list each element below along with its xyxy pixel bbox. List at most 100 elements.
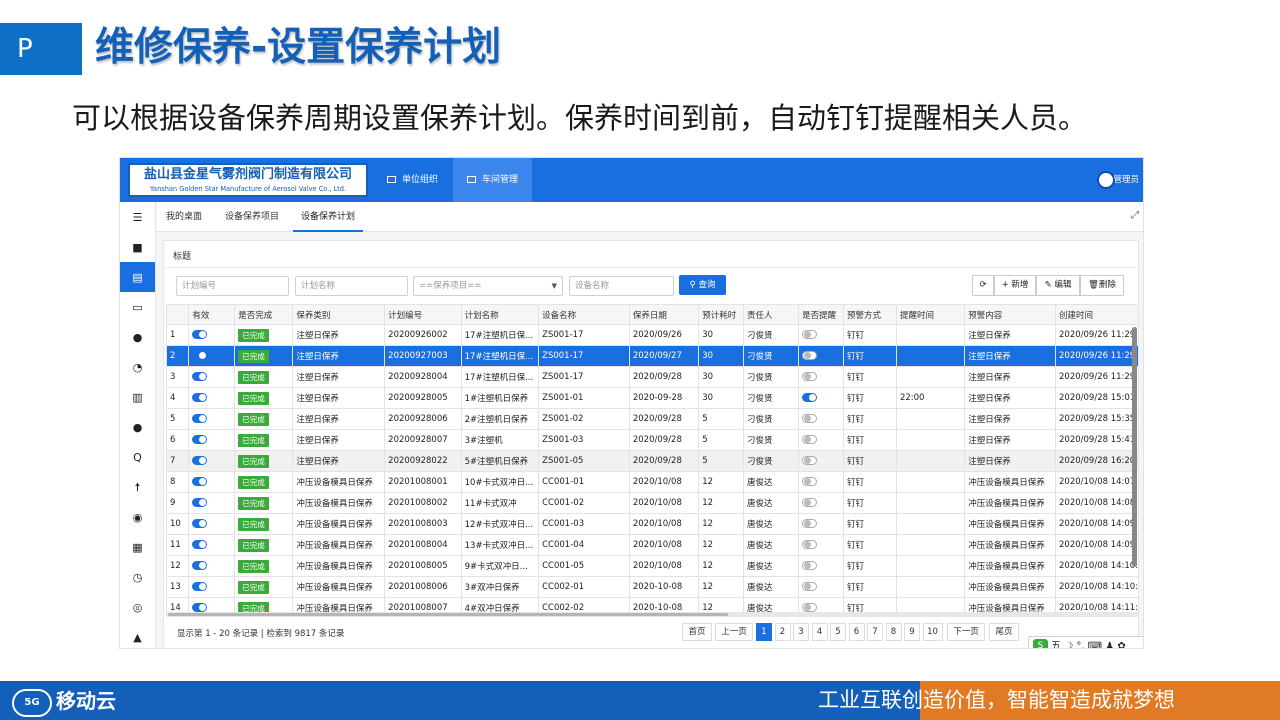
column-header[interactable]: 责任人: [743, 304, 800, 325]
pager-page[interactable]: 3: [793, 623, 809, 641]
table-row[interactable]: 12 已完成 冲压设备模具日保养 20201008005 9#卡式双冲日... CC001…: [166, 555, 1138, 577]
pager-page[interactable]: 5: [830, 623, 846, 641]
edit-button[interactable]: ✎ 编辑: [1036, 275, 1080, 296]
table-row[interactable]: 13 已完成 冲压设备模具日保养 20201008006 3#双冲日保养 CC002-01…: [166, 576, 1138, 598]
sidebar-item-chart[interactable]: ▥: [120, 382, 155, 412]
user-menu[interactable]: 管理员: [1097, 168, 1139, 192]
horizontal-scrollbar[interactable]: [166, 612, 1138, 617]
column-header[interactable]: [166, 304, 190, 325]
pager-prev[interactable]: 上一页: [715, 623, 753, 641]
column-header[interactable]: 有效: [188, 304, 236, 325]
sidebar-item-disc[interactable]: ●: [120, 412, 155, 442]
valid-toggle[interactable]: [192, 435, 208, 444]
remind-toggle[interactable]: [802, 477, 818, 486]
tab-maint-plan[interactable]: 设备保养计划: [293, 202, 364, 232]
column-header[interactable]: 计划名称: [460, 304, 540, 325]
valid-toggle[interactable]: [192, 477, 208, 486]
sidebar-item-target[interactable]: ◉: [120, 502, 155, 532]
pager-first[interactable]: 首页: [682, 623, 712, 641]
remind-toggle[interactable]: [802, 351, 818, 360]
valid-toggle[interactable]: [192, 456, 208, 465]
table-row[interactable]: 7 已完成 注塑日保养 20200928022 5#注塑机日保养 ZS001-05 2020…: [166, 450, 1138, 472]
sidebar-item-id[interactable]: ▭: [120, 292, 155, 322]
table-row[interactable]: 4 已完成 注塑日保养 20200928005 1#注塑机日保养 ZS001-01 2020…: [166, 387, 1138, 409]
table-row[interactable]: 3 已完成 注塑日保养 20200928004 17#注塑机日保... ZS001-17 2…: [166, 366, 1138, 388]
valid-toggle[interactable]: [192, 414, 208, 423]
valid-toggle[interactable]: [192, 393, 208, 402]
remind-toggle[interactable]: [802, 582, 818, 591]
maint-item-select[interactable]: ==保养项目== ▼: [413, 276, 563, 296]
fullscreen-icon[interactable]: ⤢: [1131, 210, 1139, 221]
column-header[interactable]: 保养日期: [628, 304, 700, 325]
column-header[interactable]: 创建时间: [1055, 304, 1138, 325]
nav-org[interactable]: 单位组织: [373, 158, 452, 202]
table-row[interactable]: 5 已完成 注塑日保养 20200928006 2#注塑机日保养 ZS001-02 2020…: [166, 408, 1138, 430]
sidebar-item-compass[interactable]: ●: [120, 322, 155, 352]
menu-toggle-icon[interactable]: ☰: [120, 202, 155, 232]
valid-toggle[interactable]: [192, 603, 208, 612]
pager-page[interactable]: 1: [756, 623, 772, 641]
valid-toggle[interactable]: [192, 372, 208, 381]
remind-toggle[interactable]: [802, 456, 818, 465]
sidebar-item-dashboard[interactable]: ◔: [120, 352, 155, 382]
valid-toggle[interactable]: [192, 519, 208, 528]
remind-toggle[interactable]: [802, 540, 818, 549]
valid-toggle[interactable]: [192, 498, 208, 507]
sidebar-item-bell[interactable]: ▲: [120, 622, 155, 648]
table-row[interactable]: 14 已完成 冲压设备模具日保养 20201008007 4#双冲日保养 CC002-02…: [166, 597, 1138, 612]
column-header[interactable]: 是否完成: [234, 304, 294, 325]
pager-last[interactable]: 尾页: [989, 623, 1019, 641]
scroll-thumb[interactable]: [168, 613, 728, 616]
table-row[interactable]: 2 已完成 注塑日保养 20200927003 17#注塑机日保... ZS001-17 2…: [166, 345, 1138, 367]
ime-toolbar[interactable]: S五 ☽ °, ⌨ ♟ ✿: [1028, 636, 1143, 648]
remind-toggle[interactable]: [802, 561, 818, 570]
remind-toggle[interactable]: [802, 498, 818, 507]
sidebar-item-map[interactable]: ▦: [120, 532, 155, 562]
plan-no-input[interactable]: 计划编号: [176, 276, 289, 296]
sidebar-item-search[interactable]: Q: [120, 442, 155, 472]
sidebar-item-eye[interactable]: ◎: [120, 592, 155, 622]
column-header[interactable]: 设备名称: [538, 304, 630, 325]
query-button[interactable]: ⚲ 查询: [679, 275, 726, 295]
table-row[interactable]: 8 已完成 冲压设备模具日保养 20201008001 10#卡式双冲日... CC001…: [166, 471, 1138, 493]
vertical-scrollbar[interactable]: [1132, 327, 1137, 567]
table-row[interactable]: 11 已完成 冲压设备模具日保养 20201008004 13#卡式双冲日... CC00…: [166, 534, 1138, 556]
remind-toggle[interactable]: [802, 519, 818, 528]
remind-toggle[interactable]: [802, 414, 818, 423]
pager-page[interactable]: 10: [922, 623, 943, 641]
pager-page[interactable]: 8: [885, 623, 902, 641]
valid-toggle[interactable]: [192, 582, 208, 591]
remind-toggle[interactable]: [802, 435, 818, 444]
valid-toggle[interactable]: [192, 330, 208, 339]
table-row[interactable]: 10 已完成 冲压设备模具日保养 20201008003 12#卡式双冲日... CC00…: [166, 513, 1138, 535]
column-header[interactable]: 提醒时间: [895, 304, 966, 325]
column-header[interactable]: 保养类别: [292, 304, 386, 325]
remind-toggle[interactable]: [802, 603, 818, 612]
device-name-input[interactable]: 设备名称: [569, 276, 674, 296]
table-row[interactable]: 6 已完成 注塑日保养 20200928007 3#注塑机 ZS001-03 2020/09…: [166, 429, 1138, 451]
sidebar-item-gauge[interactable]: ◷: [120, 562, 155, 592]
column-header[interactable]: 计划编号: [384, 304, 462, 325]
nav-workshop[interactable]: 车间管理: [453, 158, 533, 202]
column-header[interactable]: 是否提醒: [798, 304, 844, 325]
pager-page[interactable]: 7: [867, 623, 883, 641]
table-row[interactable]: 1 已完成 注塑日保养 20200926002 17#注塑机日保... ZS001-17 2…: [166, 324, 1138, 346]
pager-page[interactable]: 2: [774, 623, 791, 641]
pager-page[interactable]: 9: [904, 623, 920, 641]
pager-next[interactable]: 下一页: [947, 623, 985, 641]
refresh-button[interactable]: ⟳: [972, 275, 994, 296]
valid-toggle[interactable]: [192, 351, 208, 360]
delete-button[interactable]: 🗑删除: [1080, 275, 1124, 296]
sidebar-item-card[interactable]: ▤: [120, 262, 155, 292]
remind-toggle[interactable]: [802, 372, 818, 381]
sidebar-item-walk[interactable]: ☨: [120, 472, 155, 502]
sidebar-item-home[interactable]: ■: [120, 232, 155, 262]
pager-page[interactable]: 6: [848, 623, 865, 641]
add-button[interactable]: + 新增: [994, 275, 1036, 296]
column-header[interactable]: 预警内容: [964, 304, 1057, 325]
tab-maint-items[interactable]: 设备保养项目: [225, 202, 279, 232]
plan-name-input[interactable]: 计划名称: [295, 276, 408, 296]
tab-desktop[interactable]: 我的桌面: [166, 202, 202, 232]
column-header[interactable]: 预警方式: [842, 304, 897, 325]
table-row[interactable]: 9 已完成 冲压设备模具日保养 20201008002 11#卡式双冲 CC001-02 2…: [166, 492, 1138, 514]
